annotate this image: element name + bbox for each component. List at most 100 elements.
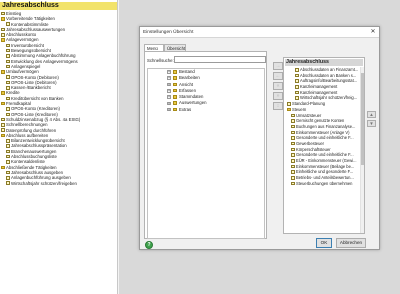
page-icon xyxy=(295,73,299,78)
folder-icon xyxy=(1,38,5,42)
selected-list-header: Jahresabschluss xyxy=(285,59,363,66)
page-icon xyxy=(1,128,5,132)
reorder-icon[interactable]: ↕ xyxy=(273,102,283,110)
page-icon xyxy=(295,79,299,83)
expand-icon[interactable]: + xyxy=(167,70,171,74)
menu-tab-panel: Schnellsuche: + Bestand + Bearbeiten + Ansich… xyxy=(144,51,267,239)
category-label: Extras xyxy=(179,106,192,112)
page-icon xyxy=(6,112,10,117)
page-icon xyxy=(6,154,10,159)
folder-icon xyxy=(1,133,5,138)
category-item[interactable]: + Extras xyxy=(148,107,264,113)
settings-overview-dialog: Einstellungen Übersicht ✕ Menü Übersicht… xyxy=(139,26,380,250)
page-icon xyxy=(291,113,295,117)
menu-category-list: + Bestand + Bearbeiten + Ansicht + Erfassen + Sta… xyxy=(147,68,265,239)
page-icon xyxy=(6,181,10,185)
add-right-arrow-icon[interactable]: → xyxy=(273,62,283,70)
page-icon xyxy=(1,27,5,32)
folder-icon xyxy=(1,165,5,169)
expand-icon[interactable]: + xyxy=(167,95,171,99)
navigation-tree: Einstieg Vorbereitende Tätigkeiten Kontena… xyxy=(0,11,117,186)
page-icon xyxy=(6,80,10,85)
expand-icon[interactable]: + xyxy=(167,101,171,105)
page-icon xyxy=(291,170,295,174)
page-icon xyxy=(1,123,5,127)
page-icon xyxy=(291,147,295,152)
page-icon xyxy=(6,64,10,69)
folder-icon xyxy=(173,82,177,87)
page-icon xyxy=(6,107,10,111)
folder-icon xyxy=(173,95,177,99)
folder-icon xyxy=(1,101,5,106)
folder-icon xyxy=(173,70,177,74)
navigation-title: Jahresabschluss xyxy=(0,2,117,10)
page-icon xyxy=(295,85,299,89)
page-icon xyxy=(291,153,295,157)
remove-all-arrow-icon[interactable]: « xyxy=(273,82,283,90)
close-icon[interactable]: ✕ xyxy=(369,28,377,36)
page-icon xyxy=(6,144,10,148)
page-icon xyxy=(6,170,10,175)
page-icon xyxy=(291,164,295,169)
page-icon xyxy=(6,176,10,180)
page-icon xyxy=(295,90,299,95)
remove-left-arrow-icon[interactable]: ← xyxy=(273,72,283,80)
page-icon xyxy=(291,136,295,140)
folder-icon xyxy=(1,17,5,21)
page-icon xyxy=(1,117,5,122)
expand-icon[interactable]: + xyxy=(167,82,171,86)
page-icon xyxy=(6,96,10,101)
folder-icon xyxy=(1,70,5,74)
dialog-title: Einstellungen Übersicht xyxy=(143,30,194,35)
page-icon xyxy=(6,160,10,164)
page-icon xyxy=(6,86,10,90)
folder-icon xyxy=(1,91,5,95)
page-icon xyxy=(295,68,299,72)
selected-item[interactable]: Steuerbuchungen übernehmen xyxy=(284,181,361,187)
dialog-titlebar[interactable]: Einstellungen Übersicht ✕ xyxy=(140,27,379,38)
help-icon[interactable]: ? xyxy=(145,241,153,249)
scrollbar-thumb[interactable] xyxy=(361,73,364,165)
move-down-icon[interactable]: ▼ xyxy=(367,120,376,127)
folder-icon xyxy=(287,107,291,112)
page-icon xyxy=(291,176,295,180)
expand-icon[interactable]: + xyxy=(167,76,171,80)
folder-icon xyxy=(173,88,177,93)
page-icon xyxy=(6,149,10,154)
tree-item[interactable]: Wirtschaftsjahr schützen/freigeben xyxy=(0,180,117,186)
page-icon xyxy=(6,48,10,53)
page-icon xyxy=(287,102,291,106)
navigation-tree-panel: Jahresabschluss Einstieg Vorbereitende Tä… xyxy=(0,0,118,294)
page-icon xyxy=(6,54,10,58)
page-icon xyxy=(6,139,10,143)
move-up-icon[interactable]: ▲ xyxy=(367,111,376,118)
page-icon xyxy=(6,59,10,64)
selected-list-scrollbar[interactable] xyxy=(360,67,364,233)
search-label: Schnellsuche: xyxy=(147,58,174,63)
folder-icon xyxy=(173,101,177,106)
page-icon xyxy=(6,43,10,48)
page-icon xyxy=(6,22,10,26)
folder-icon xyxy=(173,107,177,112)
folder-icon xyxy=(173,76,177,80)
tree-item-label: Wirtschaftsjahr schützen/freigeben xyxy=(11,180,77,186)
page-icon xyxy=(1,33,5,37)
page-icon xyxy=(1,11,5,16)
page-icon xyxy=(291,181,295,186)
add-all-arrow-icon[interactable]: » xyxy=(273,92,283,100)
page-icon xyxy=(295,96,299,100)
search-input[interactable] xyxy=(174,56,266,63)
page-icon xyxy=(291,119,295,123)
cancel-button[interactable]: Abbrechen xyxy=(336,238,366,248)
page-icon xyxy=(291,159,295,163)
selected-menu-list: Jahresabschluss Abschlussdaten an Finanz… xyxy=(283,57,365,234)
page-icon xyxy=(291,141,295,146)
ok-button[interactable]: OK xyxy=(316,238,332,248)
page-icon xyxy=(291,130,295,135)
page-icon xyxy=(6,75,10,79)
expand-icon[interactable]: + xyxy=(167,107,171,112)
selected-items: Abschlussdaten an Finanzamt... Abschlussd… xyxy=(284,67,361,186)
selected-item-label: Steuerbuchungen übernehmen xyxy=(296,180,353,186)
page-icon xyxy=(291,124,295,129)
expand-icon[interactable]: + xyxy=(167,89,171,93)
